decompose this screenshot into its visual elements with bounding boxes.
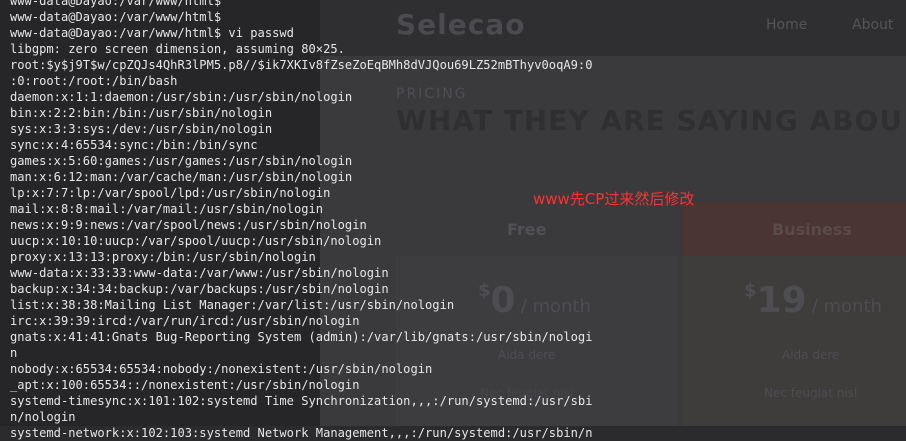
terminal-line: systemd-network:x:102:103:systemd Networ… xyxy=(10,426,593,440)
terminal-line: www-data:x:33:33:www-data:/var/www:/usr/… xyxy=(10,266,389,280)
terminal-line: n/nologin xyxy=(10,410,76,424)
terminal-line: man:x:6:12:man:/var/cache/man:/usr/sbin/… xyxy=(10,170,353,184)
terminal-line: mail:x:8:8:mail:/var/mail:/usr/sbin/nolo… xyxy=(10,202,324,216)
terminal-line: uucp:x:10:10:uucp:/var/spool/uucp:/usr/s… xyxy=(10,234,382,248)
terminal-line: systemd-timesync:x:101:102:systemd Time … xyxy=(10,394,593,408)
terminal-line: gnats:x:41:41:Gnats Bug-Reporting System… xyxy=(10,330,593,344)
terminal-line: nobody:x:65534:65534:nobody:/nonexistent… xyxy=(10,362,433,376)
terminal-line: www-data@Dayao:/var/www/html$ vi passwd xyxy=(10,26,294,40)
terminal-line: www-data@Dayao:/var/www/html$ xyxy=(10,10,222,24)
terminal-line: bin:x:2:2:bin:/bin:/usr/sbin/nologin xyxy=(10,106,273,120)
terminal-line: root:$y$j9T$w/cpZQJs4QhR3lPM5.p8//$ik7XK… xyxy=(10,58,593,72)
annotation-text: www先CP过来然后修改 xyxy=(533,190,695,208)
terminal-line: daemon:x:1:1:daemon:/usr/sbin:/usr/sbin/… xyxy=(10,90,353,104)
terminal-line: :0:root:/root:/bin/bash xyxy=(10,74,178,88)
terminal-line: www-data@Dayao:/var/www/html$ xyxy=(10,0,222,8)
terminal-line: games:x:5:60:games:/usr/games:/usr/sbin/… xyxy=(10,154,353,168)
terminal-line: news:x:9:9:news:/var/spool/news:/usr/sbi… xyxy=(10,218,367,232)
terminal-line: sync:x:4:65534:sync:/bin:/bin/sync xyxy=(10,138,258,152)
terminal-line: lp:x:7:7:lp:/var/spool/lpd:/usr/sbin/nol… xyxy=(10,186,331,200)
terminal-line: list:x:38:38:Mailing List Manager:/var/l… xyxy=(10,298,455,312)
terminal-line: backup:x:34:34:backup:/var/backups:/usr/… xyxy=(10,282,389,296)
terminal-line: sys:x:3:3:sys:/dev:/usr/sbin/nologin xyxy=(10,122,273,136)
terminal-window[interactable]: www-data@Dayao:/var/www/html$ www-data@Da… xyxy=(0,0,906,440)
terminal-line: irc:x:39:39:ircd:/var/run/ircd:/usr/sbin… xyxy=(10,314,360,328)
terminal-line: _apt:x:100:65534::/nonexistent:/usr/sbin… xyxy=(10,378,360,392)
terminal-line: libgpm: zero screen dimension, assuming … xyxy=(10,42,345,56)
terminal-line: n xyxy=(10,346,18,360)
terminal-output[interactable]: www-data@Dayao:/var/www/html$ www-data@Da… xyxy=(10,0,592,441)
terminal-line: proxy:x:13:13:proxy:/bin:/usr/sbin/nolog… xyxy=(10,250,316,264)
